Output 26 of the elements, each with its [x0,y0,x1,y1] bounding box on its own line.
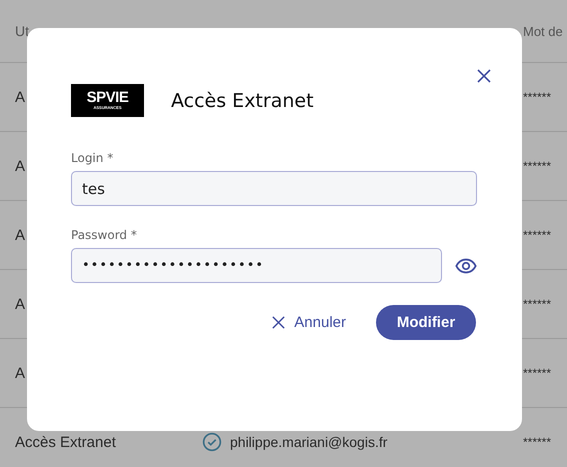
table-cell: Accès Extranet [15,434,116,450]
login-field[interactable]: tes [71,171,477,206]
table-cell: ****** [523,297,552,311]
check-circle-icon [202,432,222,452]
table-cell: A [15,296,26,312]
table-cell: A [15,364,26,382]
close-icon [476,68,492,84]
field-label: Password * [71,228,138,242]
cancel-button[interactable]: Annuler [271,314,346,331]
table-cell: ****** [523,366,552,380]
table-cell: A [15,226,26,244]
column-header: Ut [15,23,29,39]
table-cell: ****** [523,435,552,449]
table-cell: A [15,158,26,174]
dialog-title: Accès Extranet [171,90,314,112]
table-cell: ****** [523,159,552,173]
column-header: Mot de [523,24,563,38]
table-cell: ****** [523,90,552,104]
modify-button[interactable]: Modifier [376,305,476,340]
close-icon [271,315,286,330]
table-cell: A [15,88,26,106]
password-field[interactable]: ••••••••••••••••••••• [71,248,442,283]
logo-name: SPVIE [86,91,128,105]
field-label: Login * [71,151,114,165]
table-cell: ****** [523,228,552,242]
table-cell: philippe.mariani@kogis.fr [230,434,388,450]
